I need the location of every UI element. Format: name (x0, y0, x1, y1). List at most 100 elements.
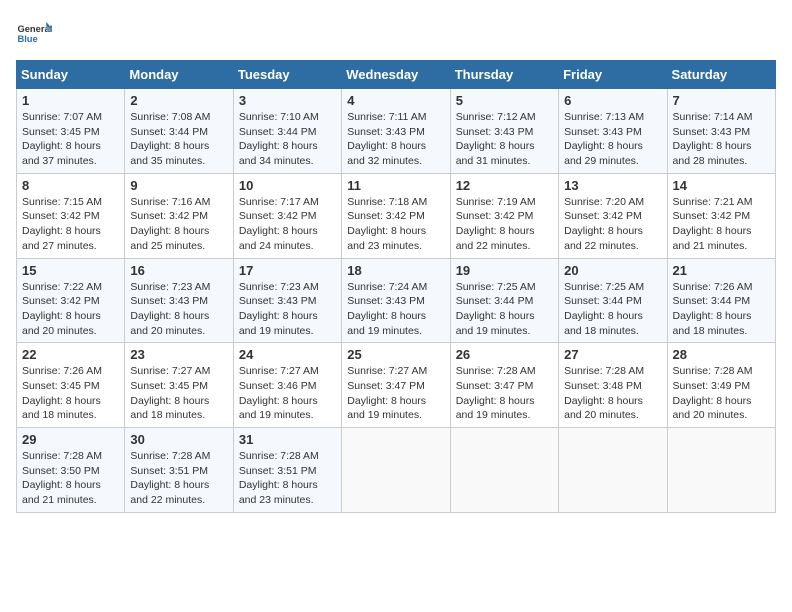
day-number: 30 (130, 432, 227, 447)
col-header-tuesday: Tuesday (233, 61, 341, 89)
day-number: 5 (456, 93, 553, 108)
day-cell: 15 Sunrise: 7:22 AMSunset: 3:42 PMDaylig… (17, 258, 125, 343)
week-row-2: 8 Sunrise: 7:15 AMSunset: 3:42 PMDayligh… (17, 173, 776, 258)
day-detail: Sunrise: 7:28 AMSunset: 3:50 PMDaylight:… (22, 450, 102, 506)
day-number: 25 (347, 347, 444, 362)
day-cell: 28 Sunrise: 7:28 AMSunset: 3:49 PMDaylig… (667, 343, 775, 428)
day-number: 15 (22, 263, 119, 278)
day-cell: 19 Sunrise: 7:25 AMSunset: 3:44 PMDaylig… (450, 258, 558, 343)
day-cell: 17 Sunrise: 7:23 AMSunset: 3:43 PMDaylig… (233, 258, 341, 343)
day-cell: 1 Sunrise: 7:07 AMSunset: 3:45 PMDayligh… (17, 89, 125, 174)
day-cell: 9 Sunrise: 7:16 AMSunset: 3:42 PMDayligh… (125, 173, 233, 258)
day-cell: 13 Sunrise: 7:20 AMSunset: 3:42 PMDaylig… (559, 173, 667, 258)
day-cell: 12 Sunrise: 7:19 AMSunset: 3:42 PMDaylig… (450, 173, 558, 258)
day-cell (667, 428, 775, 513)
col-header-friday: Friday (559, 61, 667, 89)
day-cell (342, 428, 450, 513)
day-number: 1 (22, 93, 119, 108)
day-number: 20 (564, 263, 661, 278)
day-cell: 4 Sunrise: 7:11 AMSunset: 3:43 PMDayligh… (342, 89, 450, 174)
day-detail: Sunrise: 7:26 AMSunset: 3:45 PMDaylight:… (22, 365, 102, 421)
day-detail: Sunrise: 7:22 AMSunset: 3:42 PMDaylight:… (22, 281, 102, 337)
day-detail: Sunrise: 7:15 AMSunset: 3:42 PMDaylight:… (22, 196, 102, 252)
logo: General Blue (16, 16, 52, 52)
day-cell: 30 Sunrise: 7:28 AMSunset: 3:51 PMDaylig… (125, 428, 233, 513)
svg-text:Blue: Blue (17, 34, 37, 44)
day-cell: 6 Sunrise: 7:13 AMSunset: 3:43 PMDayligh… (559, 89, 667, 174)
day-number: 2 (130, 93, 227, 108)
day-detail: Sunrise: 7:26 AMSunset: 3:44 PMDaylight:… (673, 281, 753, 337)
day-cell: 10 Sunrise: 7:17 AMSunset: 3:42 PMDaylig… (233, 173, 341, 258)
week-row-5: 29 Sunrise: 7:28 AMSunset: 3:50 PMDaylig… (17, 428, 776, 513)
week-row-1: 1 Sunrise: 7:07 AMSunset: 3:45 PMDayligh… (17, 89, 776, 174)
day-detail: Sunrise: 7:13 AMSunset: 3:43 PMDaylight:… (564, 111, 644, 167)
day-cell: 24 Sunrise: 7:27 AMSunset: 3:46 PMDaylig… (233, 343, 341, 428)
day-cell: 16 Sunrise: 7:23 AMSunset: 3:43 PMDaylig… (125, 258, 233, 343)
day-number: 24 (239, 347, 336, 362)
day-detail: Sunrise: 7:23 AMSunset: 3:43 PMDaylight:… (239, 281, 319, 337)
day-detail: Sunrise: 7:27 AMSunset: 3:47 PMDaylight:… (347, 365, 427, 421)
day-detail: Sunrise: 7:28 AMSunset: 3:49 PMDaylight:… (673, 365, 753, 421)
day-number: 12 (456, 178, 553, 193)
day-number: 27 (564, 347, 661, 362)
day-cell: 23 Sunrise: 7:27 AMSunset: 3:45 PMDaylig… (125, 343, 233, 428)
logo-icon: General Blue (16, 16, 52, 52)
day-detail: Sunrise: 7:12 AMSunset: 3:43 PMDaylight:… (456, 111, 536, 167)
day-number: 22 (22, 347, 119, 362)
day-number: 19 (456, 263, 553, 278)
day-cell: 5 Sunrise: 7:12 AMSunset: 3:43 PMDayligh… (450, 89, 558, 174)
day-detail: Sunrise: 7:25 AMSunset: 3:44 PMDaylight:… (564, 281, 644, 337)
week-row-3: 15 Sunrise: 7:22 AMSunset: 3:42 PMDaylig… (17, 258, 776, 343)
day-cell: 21 Sunrise: 7:26 AMSunset: 3:44 PMDaylig… (667, 258, 775, 343)
day-cell: 27 Sunrise: 7:28 AMSunset: 3:48 PMDaylig… (559, 343, 667, 428)
week-row-4: 22 Sunrise: 7:26 AMSunset: 3:45 PMDaylig… (17, 343, 776, 428)
calendar-table: SundayMondayTuesdayWednesdayThursdayFrid… (16, 60, 776, 513)
col-header-sunday: Sunday (17, 61, 125, 89)
day-detail: Sunrise: 7:28 AMSunset: 3:48 PMDaylight:… (564, 365, 644, 421)
day-cell: 8 Sunrise: 7:15 AMSunset: 3:42 PMDayligh… (17, 173, 125, 258)
day-number: 10 (239, 178, 336, 193)
day-cell: 18 Sunrise: 7:24 AMSunset: 3:43 PMDaylig… (342, 258, 450, 343)
day-number: 9 (130, 178, 227, 193)
day-number: 14 (673, 178, 770, 193)
day-detail: Sunrise: 7:14 AMSunset: 3:43 PMDaylight:… (673, 111, 753, 167)
day-cell: 20 Sunrise: 7:25 AMSunset: 3:44 PMDaylig… (559, 258, 667, 343)
day-detail: Sunrise: 7:10 AMSunset: 3:44 PMDaylight:… (239, 111, 319, 167)
day-detail: Sunrise: 7:28 AMSunset: 3:51 PMDaylight:… (130, 450, 210, 506)
day-detail: Sunrise: 7:27 AMSunset: 3:45 PMDaylight:… (130, 365, 210, 421)
col-header-monday: Monday (125, 61, 233, 89)
day-cell: 3 Sunrise: 7:10 AMSunset: 3:44 PMDayligh… (233, 89, 341, 174)
day-number: 18 (347, 263, 444, 278)
day-cell: 14 Sunrise: 7:21 AMSunset: 3:42 PMDaylig… (667, 173, 775, 258)
day-cell: 7 Sunrise: 7:14 AMSunset: 3:43 PMDayligh… (667, 89, 775, 174)
day-detail: Sunrise: 7:25 AMSunset: 3:44 PMDaylight:… (456, 281, 536, 337)
day-number: 3 (239, 93, 336, 108)
day-number: 8 (22, 178, 119, 193)
day-detail: Sunrise: 7:28 AMSunset: 3:51 PMDaylight:… (239, 450, 319, 506)
day-detail: Sunrise: 7:27 AMSunset: 3:46 PMDaylight:… (239, 365, 319, 421)
day-number: 13 (564, 178, 661, 193)
day-number: 23 (130, 347, 227, 362)
day-number: 17 (239, 263, 336, 278)
day-number: 21 (673, 263, 770, 278)
day-detail: Sunrise: 7:23 AMSunset: 3:43 PMDaylight:… (130, 281, 210, 337)
day-number: 28 (673, 347, 770, 362)
day-cell: 26 Sunrise: 7:28 AMSunset: 3:47 PMDaylig… (450, 343, 558, 428)
day-detail: Sunrise: 7:17 AMSunset: 3:42 PMDaylight:… (239, 196, 319, 252)
day-detail: Sunrise: 7:21 AMSunset: 3:42 PMDaylight:… (673, 196, 753, 252)
day-detail: Sunrise: 7:28 AMSunset: 3:47 PMDaylight:… (456, 365, 536, 421)
day-number: 31 (239, 432, 336, 447)
day-cell: 2 Sunrise: 7:08 AMSunset: 3:44 PMDayligh… (125, 89, 233, 174)
day-number: 7 (673, 93, 770, 108)
day-detail: Sunrise: 7:19 AMSunset: 3:42 PMDaylight:… (456, 196, 536, 252)
day-detail: Sunrise: 7:16 AMSunset: 3:42 PMDaylight:… (130, 196, 210, 252)
day-detail: Sunrise: 7:07 AMSunset: 3:45 PMDaylight:… (22, 111, 102, 167)
day-number: 6 (564, 93, 661, 108)
day-detail: Sunrise: 7:18 AMSunset: 3:42 PMDaylight:… (347, 196, 427, 252)
day-number: 29 (22, 432, 119, 447)
calendar-header: SundayMondayTuesdayWednesdayThursdayFrid… (17, 61, 776, 89)
day-detail: Sunrise: 7:24 AMSunset: 3:43 PMDaylight:… (347, 281, 427, 337)
day-cell: 22 Sunrise: 7:26 AMSunset: 3:45 PMDaylig… (17, 343, 125, 428)
col-header-thursday: Thursday (450, 61, 558, 89)
day-cell: 29 Sunrise: 7:28 AMSunset: 3:50 PMDaylig… (17, 428, 125, 513)
